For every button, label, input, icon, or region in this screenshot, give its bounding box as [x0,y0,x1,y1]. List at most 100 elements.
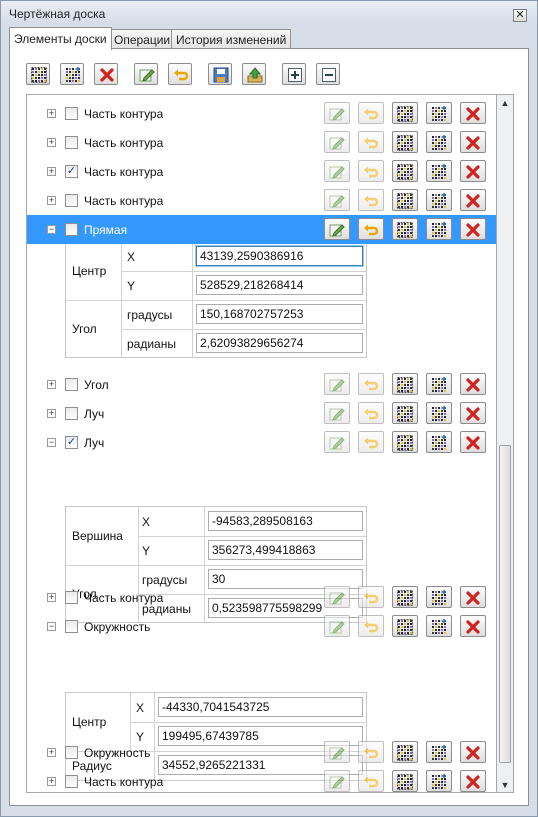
tab-board-elements[interactable]: Элементы доски [9,27,112,50]
expand-toggle-icon[interactable]: + [47,167,56,176]
element-row[interactable]: + Окружность [27,738,496,767]
edit-button[interactable] [324,770,350,792]
save-button[interactable] [208,63,232,85]
delete-button[interactable] [460,131,486,153]
visibility-checkbox[interactable] [65,107,78,120]
visibility-checkbox[interactable] [65,775,78,788]
select-button[interactable] [392,741,418,763]
undo-button[interactable] [168,63,192,85]
edit-button[interactable] [324,189,350,211]
visibility-checkbox[interactable] [65,223,78,236]
select-button[interactable] [392,373,418,395]
select-button[interactable] [392,770,418,792]
invert-selection-button[interactable] [60,63,84,85]
select-button[interactable] [392,586,418,608]
undo-button[interactable] [358,131,384,153]
expand-toggle-icon[interactable]: + [47,409,56,418]
element-row[interactable]: + Часть контура [27,99,496,128]
visibility-checkbox[interactable] [65,194,78,207]
edit-button[interactable] [324,741,350,763]
add-to-selection-button[interactable] [426,189,452,211]
undo-button[interactable] [358,741,384,763]
expand-toggle-icon[interactable]: + [47,777,56,786]
visibility-checkbox[interactable] [65,591,78,604]
delete-button[interactable] [460,431,486,453]
add-to-selection-button[interactable] [426,218,452,240]
undo-button[interactable] [358,189,384,211]
scroll-down-arrow-icon[interactable]: ▼ [500,780,510,790]
add-to-selection-button[interactable] [426,102,452,124]
delete-button[interactable] [460,373,486,395]
select-button[interactable] [392,189,418,211]
edit-button[interactable] [324,218,350,240]
center-x-input[interactable]: 43139,2590386916 [196,246,363,266]
add-to-selection-button[interactable] [426,373,452,395]
add-to-selection-button[interactable] [426,131,452,153]
select-all-button[interactable] [26,63,50,85]
element-row[interactable]: + ✓ Часть контура [27,157,496,186]
expand-toggle-icon[interactable]: + [47,380,56,389]
add-to-selection-button[interactable] [426,615,452,637]
vertex-x-input[interactable]: -94583,289508163 [208,511,363,531]
expand-toggle-icon[interactable]: + [47,138,56,147]
close-button[interactable]: ✕ [513,9,527,22]
add-to-selection-button[interactable] [426,431,452,453]
select-button[interactable] [392,402,418,424]
delete-button[interactable] [460,741,486,763]
edit-button[interactable] [134,63,158,85]
add-to-selection-button[interactable] [426,586,452,608]
select-button[interactable] [392,102,418,124]
edit-button[interactable] [324,402,350,424]
select-button[interactable] [392,218,418,240]
select-button[interactable] [392,615,418,637]
undo-button[interactable] [358,586,384,608]
edit-button[interactable] [324,160,350,182]
visibility-checkbox[interactable] [65,407,78,420]
element-row[interactable]: − Прямая [27,215,496,244]
scroll-up-arrow-icon[interactable]: ▲ [500,98,510,108]
edit-button[interactable] [324,131,350,153]
expand-toggle-icon[interactable]: + [47,748,56,757]
expand-toggle-icon[interactable]: + [47,196,56,205]
select-button[interactable] [392,160,418,182]
visibility-checkbox[interactable]: ✓ [65,165,78,178]
expand-all-button[interactable] [282,63,306,85]
tab-operations[interactable]: Операции [109,29,176,49]
element-row[interactable]: + Луч [27,399,496,428]
collapse-toggle-icon[interactable]: − [47,438,56,447]
add-to-selection-button[interactable] [426,402,452,424]
angle-radians-input[interactable]: 2,62093829656274 [196,333,363,353]
visibility-checkbox[interactable] [65,378,78,391]
add-to-selection-button[interactable] [426,741,452,763]
collapse-toggle-icon[interactable]: − [47,622,56,631]
delete-button[interactable] [460,770,486,792]
tab-change-history[interactable]: История изменений [171,29,292,49]
add-to-selection-button[interactable] [426,160,452,182]
scroll-thumb[interactable] [499,445,511,763]
edit-button[interactable] [324,615,350,637]
add-to-selection-button[interactable] [426,770,452,792]
undo-button[interactable] [358,402,384,424]
collapse-all-button[interactable] [316,63,340,85]
element-row[interactable]: + Часть контура [27,186,496,215]
visibility-checkbox[interactable] [65,136,78,149]
delete-button[interactable] [460,102,486,124]
element-row[interactable]: + Угол [27,370,496,399]
element-row[interactable]: − ✓ Луч [27,428,496,457]
undo-button[interactable] [358,160,384,182]
edit-button[interactable] [324,431,350,453]
undo-button[interactable] [358,373,384,395]
delete-selected-button[interactable] [94,63,118,85]
delete-button[interactable] [460,160,486,182]
edit-button[interactable] [324,586,350,608]
undo-button[interactable] [358,102,384,124]
center-x-input[interactable]: -44330,7041543725 [158,697,363,717]
load-button[interactable] [242,63,266,85]
select-button[interactable] [392,431,418,453]
visibility-checkbox[interactable] [65,620,78,633]
expand-toggle-icon[interactable]: + [47,593,56,602]
center-y-input[interactable]: 528529,218268414 [196,275,363,295]
delete-button[interactable] [460,189,486,211]
collapse-toggle-icon[interactable]: − [47,225,56,234]
undo-button[interactable] [358,770,384,792]
